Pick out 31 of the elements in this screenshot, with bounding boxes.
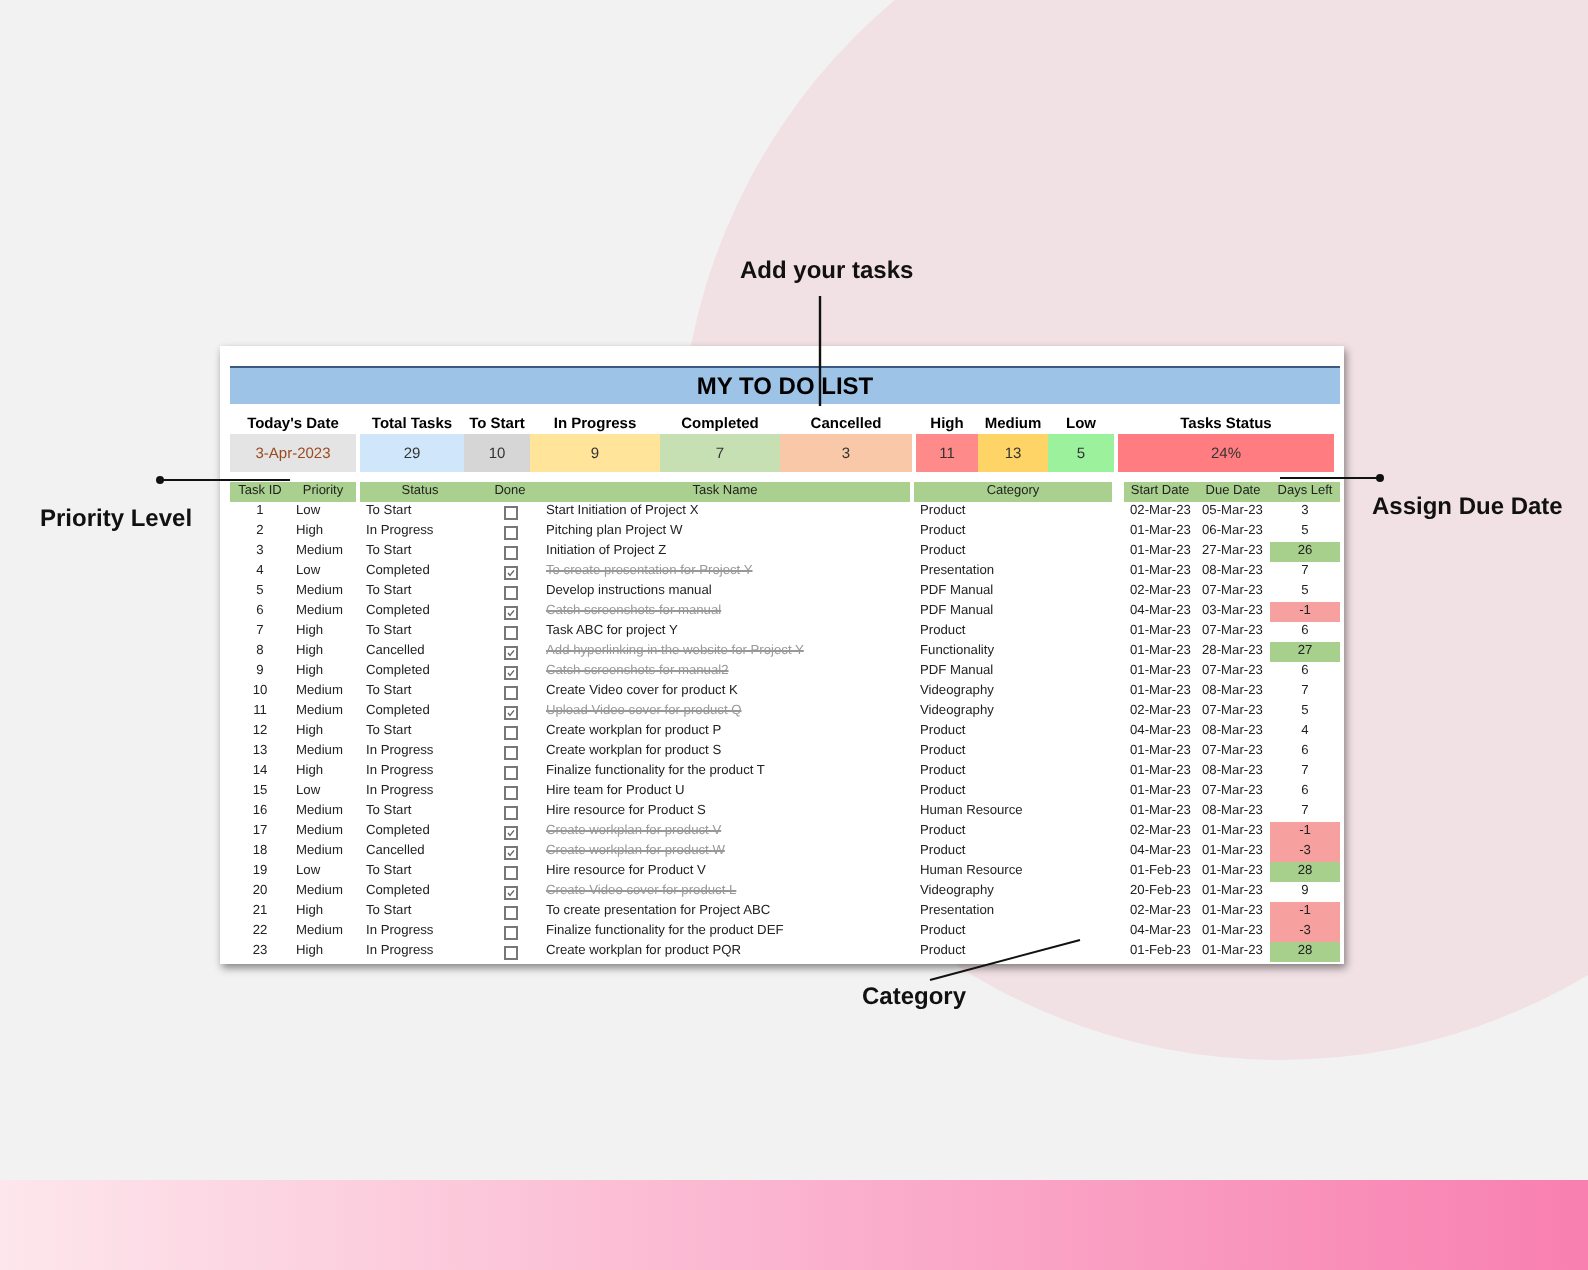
done-checkbox[interactable] bbox=[503, 846, 517, 860]
done-checkbox[interactable] bbox=[503, 726, 517, 740]
done-checkbox[interactable] bbox=[503, 906, 517, 920]
done-checkbox[interactable] bbox=[503, 586, 517, 600]
done-checkbox[interactable] bbox=[503, 666, 517, 680]
done-checkbox[interactable] bbox=[503, 766, 517, 780]
done-checkbox[interactable] bbox=[503, 946, 517, 960]
done-checkbox[interactable] bbox=[503, 886, 517, 900]
callout-label: Priority Level bbox=[40, 504, 193, 532]
done-checkbox[interactable] bbox=[503, 806, 517, 820]
leader-line bbox=[156, 476, 291, 484]
done-checkbox[interactable] bbox=[503, 746, 517, 760]
done-checkbox[interactable] bbox=[503, 926, 517, 940]
callout-label: Add your tasks bbox=[740, 256, 914, 284]
done-checkbox[interactable] bbox=[503, 566, 517, 580]
done-checkbox[interactable] bbox=[503, 706, 517, 720]
done-checkbox[interactable] bbox=[503, 606, 517, 620]
done-checkbox[interactable] bbox=[503, 506, 517, 520]
done-checkbox[interactable] bbox=[503, 646, 517, 660]
sheet-title: MY TO DO LIST bbox=[230, 366, 1340, 404]
done-checkbox[interactable] bbox=[503, 546, 517, 560]
done-checkbox[interactable] bbox=[503, 626, 517, 640]
leader-line bbox=[1279, 474, 1384, 482]
done-checkbox[interactable] bbox=[503, 866, 517, 880]
callout-label: Category bbox=[862, 982, 967, 1010]
callout-label: Assign Due Date bbox=[1372, 492, 1563, 520]
leader-line bbox=[818, 296, 822, 406]
done-checkbox[interactable] bbox=[503, 686, 517, 700]
done-checkbox[interactable] bbox=[503, 526, 517, 540]
done-checkbox[interactable] bbox=[503, 786, 517, 800]
done-checkbox[interactable] bbox=[503, 826, 517, 840]
